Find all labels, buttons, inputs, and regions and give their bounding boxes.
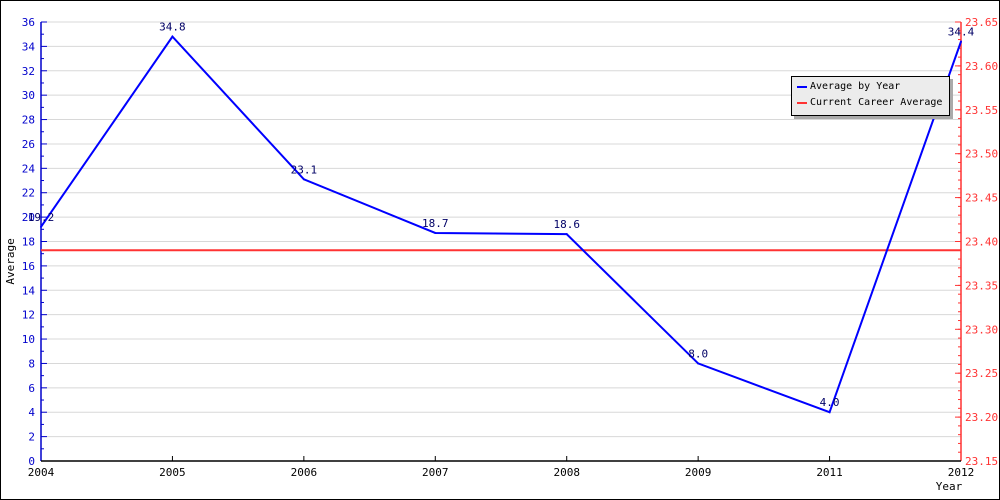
data-point: [828, 411, 831, 414]
y-tick-label: 26: [22, 138, 35, 151]
legend-item-career-average: Current Career Average: [797, 97, 942, 108]
x-tick-label: 2011: [816, 466, 843, 479]
y2-tick-label: 23.20: [965, 411, 998, 424]
y-tick-label: 16: [22, 260, 35, 273]
y-tick-label: 22: [22, 187, 35, 200]
y2-tick-label: 23.50: [965, 148, 998, 161]
y2-tick-label: 23.30: [965, 323, 998, 336]
data-point: [960, 40, 962, 43]
legend: Average by Year Current Career Average: [791, 76, 950, 116]
legend-swatch-red: [797, 101, 807, 104]
data-point: [171, 35, 174, 38]
y-tick-label: 6: [28, 382, 35, 395]
data-label: 18.6: [553, 218, 580, 231]
y-tick-label: 24: [22, 162, 36, 175]
y2-tick-label: 23.25: [965, 367, 998, 380]
data-label: 34.8: [159, 21, 186, 34]
y2-tick-label: 23.55: [965, 104, 998, 117]
y-tick-label: 2: [28, 431, 35, 444]
y-tick-label: 34: [22, 40, 36, 53]
x-tick-label: 2009: [685, 466, 712, 479]
data-point: [40, 225, 42, 228]
data-label: 8.0: [688, 347, 708, 360]
x-tick-label: 2008: [553, 466, 580, 479]
y2-tick-label: 23.60: [965, 60, 998, 73]
chart-container: 0 2 4 6 8 10 12 14 16 18 20 22 24 26 28 30 32 34 36 23.15 23…: [0, 0, 1000, 500]
data-label: 4.0: [820, 396, 840, 409]
y-tick-label: 30: [22, 89, 35, 102]
x-tick-label: 2005: [159, 466, 186, 479]
data-point: [565, 233, 568, 236]
y-tick-label: 8: [28, 357, 35, 370]
y-tick-label: 32: [22, 65, 35, 78]
x-axis-title: Year: [936, 480, 963, 493]
y-tick-label: 18: [22, 236, 35, 249]
y-tick-label: 28: [22, 114, 35, 127]
data-label: 18.7: [422, 217, 449, 230]
y-tick-label: 12: [22, 309, 35, 322]
x-tick-label: 2004: [28, 466, 55, 479]
y2-tick-label: 23.40: [965, 236, 998, 249]
data-label: 34.4: [948, 26, 975, 39]
data-point: [697, 362, 700, 365]
data-label: 23.1: [291, 163, 318, 176]
data-label: 19.2: [28, 211, 55, 224]
y2-tick-label: 23.45: [965, 192, 998, 205]
x-tick-label: 2012: [948, 466, 975, 479]
legend-label: Average by Year: [810, 81, 901, 92]
y-tick-label: 36: [22, 16, 35, 29]
legend-label: Current Career Average: [810, 97, 943, 108]
legend-swatch-blue: [797, 85, 807, 88]
y-tick-label: 10: [22, 333, 35, 346]
data-point: [302, 178, 305, 181]
legend-item-average-by-year: Average by Year: [797, 81, 900, 92]
y-tick-label: 4: [28, 406, 35, 419]
y2-tick-label: 23.35: [965, 279, 998, 292]
y-tick-label: 14: [22, 284, 36, 297]
data-point: [434, 231, 437, 234]
x-tick-label: 2006: [291, 466, 318, 479]
y-axis-title: Average: [4, 238, 17, 284]
x-tick-label: 2007: [422, 466, 449, 479]
